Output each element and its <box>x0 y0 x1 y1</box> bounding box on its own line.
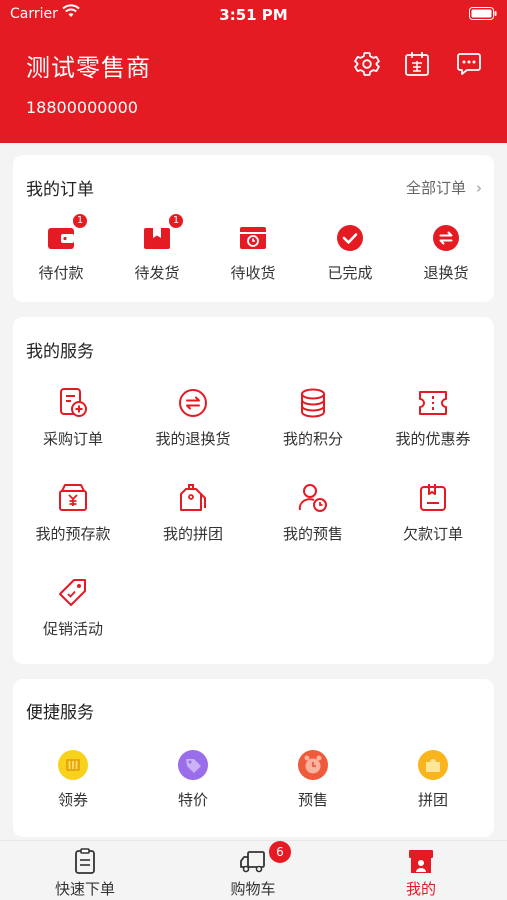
clipboard-icon <box>71 847 99 875</box>
my-services-card: 我的服务 采购订单 我的退换货 我的积分 我的优惠券 我的预存款 我的拼团 我的… <box>13 317 494 664</box>
settings-gear-icon[interactable] <box>352 49 382 79</box>
order-returns[interactable]: 退换货 <box>398 223 494 283</box>
quick-group-buy[interactable]: 拼团 <box>373 749 493 810</box>
delivery-box-icon <box>238 223 268 253</box>
shop-name: 测试零售商 <box>26 54 151 82</box>
order-label: 退换货 <box>423 264 469 282</box>
quick-label: 领券 <box>57 791 88 809</box>
quick-coupon[interactable]: 领券 <box>13 749 133 810</box>
order-label: 待收货 <box>230 264 276 282</box>
service-label: 我的退换货 <box>155 430 231 448</box>
service-group-buy[interactable]: 我的拼团 <box>133 481 253 544</box>
profile-header: Carrier 3:51 PM 测试零售商 18800000000 <box>0 0 507 143</box>
tab-me[interactable]: 我的 <box>361 847 481 899</box>
tab-label: 快速下单 <box>54 880 115 898</box>
wallet-icon: 1 <box>46 213 88 253</box>
service-label: 采购订单 <box>42 430 103 448</box>
store-profile-icon <box>407 847 435 875</box>
package-icon: 1 <box>142 213 184 253</box>
service-purchase-order[interactable]: 采购订单 <box>13 386 133 449</box>
promotion-tag-icon <box>56 576 90 610</box>
order-label: 待发货 <box>134 264 180 282</box>
battery-icon <box>469 7 497 24</box>
service-label: 促销活动 <box>42 620 103 638</box>
tab-label: 我的 <box>405 880 436 898</box>
service-label: 我的积分 <box>282 430 343 448</box>
bottom-tab-bar: 快速下单 6 购物车 我的 <box>0 840 507 900</box>
order-completed[interactable]: 已完成 <box>302 223 398 283</box>
return-exchange-icon <box>176 386 210 420</box>
all-orders-label: 全部订单 <box>405 179 466 197</box>
tab-label: 购物车 <box>230 880 276 898</box>
service-label: 欠款订单 <box>402 525 463 543</box>
presale-alarm-icon <box>297 749 329 781</box>
service-returns[interactable]: 我的退换货 <box>133 386 253 449</box>
quick-label: 特价 <box>177 791 208 809</box>
truck-icon: 6 <box>239 841 291 875</box>
my-orders-card: 我的订单 全部订单 › 1 待付款 1 待发货 待收货 已完成 退换货 <box>13 155 494 302</box>
service-deposit[interactable]: 我的预存款 <box>13 481 133 544</box>
status-bar: Carrier 3:51 PM <box>0 0 507 30</box>
quick-label: 预售 <box>297 791 328 809</box>
quick-presale[interactable]: 预售 <box>253 749 373 810</box>
tab-cart[interactable]: 6 购物车 <box>193 841 313 899</box>
special-price-icon <box>177 749 209 781</box>
orders-title: 我的订单 <box>26 180 94 200</box>
badge-count: 1 <box>168 213 184 229</box>
service-label: 我的优惠券 <box>395 430 471 448</box>
coupon-yellow-icon <box>57 749 89 781</box>
points-icon <box>296 386 330 420</box>
sign-in-calendar-icon[interactable] <box>402 49 432 79</box>
deposit-icon <box>56 481 90 515</box>
quick-label: 拼团 <box>417 791 448 809</box>
services-title: 我的服务 <box>26 342 94 362</box>
quick-title: 便捷服务 <box>26 703 94 723</box>
group-buy-icon <box>176 481 210 515</box>
order-label: 已完成 <box>327 264 373 282</box>
group-puzzle-icon <box>417 749 449 781</box>
order-pending-payment[interactable]: 1 待付款 <box>13 213 109 283</box>
exchange-icon <box>431 223 461 253</box>
phone-number: 18800000000 <box>26 98 138 117</box>
order-label: 待付款 <box>38 264 84 282</box>
service-presale[interactable]: 我的预售 <box>253 481 373 544</box>
cart-badge: 6 <box>269 841 291 863</box>
order-pending-shipment[interactable]: 1 待发货 <box>109 213 205 283</box>
service-debt-orders[interactable]: 欠款订单 <box>373 481 493 544</box>
coupon-icon <box>416 386 450 420</box>
service-promotion[interactable]: 促销活动 <box>13 576 133 639</box>
presale-icon <box>296 481 330 515</box>
badge-count: 1 <box>72 213 88 229</box>
quick-special-price[interactable]: 特价 <box>133 749 253 810</box>
check-circle-icon <box>335 223 365 253</box>
tab-quick-order[interactable]: 快速下单 <box>25 847 145 899</box>
service-coupons[interactable]: 我的优惠券 <box>373 386 493 449</box>
quick-services-card: 便捷服务 领券 特价 预售 拼团 <box>13 679 494 837</box>
service-label: 我的拼团 <box>162 525 223 543</box>
purchase-order-icon <box>56 386 90 420</box>
message-icon[interactable] <box>454 49 484 79</box>
all-orders-link[interactable]: 全部订单 › <box>406 177 482 198</box>
chevron-right-icon: › <box>476 179 482 197</box>
service-points[interactable]: 我的积分 <box>253 386 373 449</box>
service-label: 我的预售 <box>282 525 343 543</box>
service-label: 我的预存款 <box>35 525 111 543</box>
clock: 3:51 PM <box>219 6 288 24</box>
order-pending-receipt[interactable]: 待收货 <box>205 223 301 283</box>
debt-order-icon <box>416 481 450 515</box>
